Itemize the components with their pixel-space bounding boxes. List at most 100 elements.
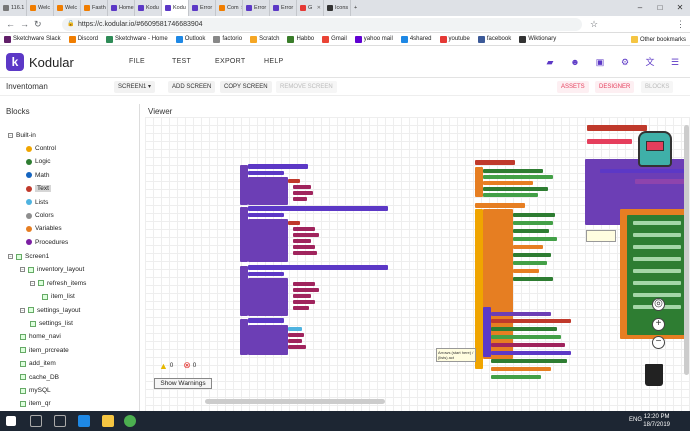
bookmark-item[interactable]: Wiktionary: [519, 35, 556, 43]
browser-tab[interactable]: Com✕: [216, 0, 243, 16]
component-home-navi[interactable]: home_navi: [20, 333, 61, 340]
block[interactable]: [633, 269, 681, 273]
bookmark-item[interactable]: 4shared: [400, 35, 432, 43]
block[interactable]: [475, 203, 525, 208]
block[interactable]: [491, 375, 541, 379]
search-icon[interactable]: [30, 415, 42, 427]
users-icon[interactable]: ☻: [570, 57, 580, 67]
block[interactable]: [293, 288, 319, 292]
bookmark-item[interactable]: Sketchware Slack: [4, 35, 61, 43]
start-icon[interactable]: [6, 416, 16, 426]
back-icon[interactable]: ←: [6, 19, 15, 29]
category-logic[interactable]: Logic: [26, 158, 51, 165]
settings-icon[interactable]: ⚙: [620, 57, 630, 67]
block[interactable]: [248, 265, 388, 270]
browser-tab[interactable]: Kodu✕: [162, 0, 189, 16]
block[interactable]: [288, 339, 302, 343]
other-bookmarks[interactable]: Other bookmarks: [630, 36, 686, 43]
block[interactable]: [293, 185, 311, 189]
edge-icon[interactable]: [78, 415, 90, 427]
forward-icon[interactable]: →: [20, 19, 29, 29]
block[interactable]: [293, 191, 313, 195]
block[interactable]: [633, 281, 681, 285]
block[interactable]: [248, 206, 388, 211]
block[interactable]: [288, 327, 302, 331]
block[interactable]: [288, 221, 300, 225]
block[interactable]: [483, 169, 543, 173]
show-warnings-button[interactable]: Show Warnings: [154, 378, 212, 389]
system-clock[interactable]: 12:20 PM 18/7/2019: [643, 413, 670, 429]
block[interactable]: [513, 221, 553, 225]
copy-screen-button[interactable]: COPY SCREEN: [220, 81, 272, 93]
block[interactable]: [491, 319, 571, 323]
close-tab-icon[interactable]: ✕: [317, 5, 321, 11]
url-input[interactable]: 🔒 https://c.kodular.io/#6609581746683904: [62, 18, 582, 31]
assets-button[interactable]: ASSETS: [557, 81, 589, 93]
projects-folder-icon[interactable]: ▰: [545, 57, 555, 67]
collapse-icon[interactable]: −: [20, 267, 25, 273]
block[interactable]: [491, 312, 551, 316]
collapse-icon[interactable]: −: [8, 133, 13, 138]
add-screen-button[interactable]: ADD SCREEN: [168, 81, 216, 93]
block[interactable]: [293, 306, 309, 310]
bookmark-item[interactable]: facebook: [477, 35, 511, 43]
collapse-icon[interactable]: −: [30, 280, 35, 286]
block[interactable]: [240, 266, 248, 316]
designer-button[interactable]: DESIGNER: [595, 81, 635, 93]
browser-tab[interactable]: G ✕: [297, 0, 324, 16]
zoom-out-icon[interactable]: −: [652, 336, 665, 349]
block[interactable]: [513, 253, 551, 257]
component-cache-db[interactable]: cache_DB: [20, 374, 59, 381]
browser-tab[interactable]: Error✕: [270, 0, 297, 16]
category-lists[interactable]: Lists: [26, 199, 48, 206]
category-colors[interactable]: Colors: [26, 212, 54, 219]
store-icon[interactable]: ▣: [595, 57, 605, 67]
bookmark-item[interactable]: youtube: [439, 35, 470, 43]
component-inventory-layout[interactable]: − inventory_layout: [20, 266, 84, 273]
browser-tab[interactable]: Icons✕: [324, 0, 351, 16]
language-indicator[interactable]: ENG: [629, 417, 642, 423]
block[interactable]: [633, 293, 681, 297]
close-icon[interactable]: ✕: [670, 0, 690, 16]
block[interactable]: [513, 213, 555, 217]
browser-tab[interactable]: 116.1✕: [0, 0, 27, 16]
menu-dots-icon[interactable]: ⋮: [676, 19, 685, 30]
chrome-icon[interactable]: [124, 415, 136, 427]
block[interactable]: [513, 277, 553, 281]
block[interactable]: [293, 239, 311, 243]
block[interactable]: [248, 272, 284, 276]
block[interactable]: [293, 294, 311, 298]
block[interactable]: [293, 282, 315, 286]
browser-tab[interactable]: Welc✕: [54, 0, 81, 16]
block[interactable]: [513, 245, 543, 249]
new-tab-button[interactable]: +: [351, 0, 365, 16]
browser-tab[interactable]: Error✕: [189, 0, 216, 16]
bookmark-item[interactable]: Habbo: [287, 35, 314, 43]
block[interactable]: [288, 345, 306, 349]
block[interactable]: [483, 307, 491, 357]
bookmark-item[interactable]: Discord: [68, 35, 98, 43]
component-item-prcreate[interactable]: item_prcreate: [20, 347, 69, 354]
browser-tab[interactable]: Kodu✕: [135, 0, 162, 16]
block[interactable]: [475, 160, 515, 165]
category-control[interactable]: Control: [26, 145, 56, 152]
block[interactable]: [513, 269, 539, 273]
block[interactable]: [248, 177, 288, 205]
block[interactable]: [288, 179, 300, 183]
block[interactable]: [248, 219, 288, 262]
block[interactable]: [293, 251, 317, 255]
block[interactable]: [491, 327, 557, 331]
task-view-icon[interactable]: [54, 415, 66, 427]
file-explorer-icon[interactable]: [102, 415, 114, 427]
block[interactable]: [491, 335, 561, 339]
component-refresh-items[interactable]: − refresh_items: [30, 280, 86, 287]
zoom-in-icon[interactable]: +: [652, 318, 665, 331]
block[interactable]: [483, 175, 553, 179]
block[interactable]: [633, 257, 681, 261]
block[interactable]: [633, 245, 681, 249]
block[interactable]: [635, 179, 685, 184]
component-item-qr[interactable]: item_qr: [20, 400, 51, 407]
collapse-icon[interactable]: −: [20, 307, 25, 313]
backpack-icon[interactable]: [638, 131, 672, 167]
screen-select[interactable]: SCREEN1 ▾: [114, 81, 156, 93]
